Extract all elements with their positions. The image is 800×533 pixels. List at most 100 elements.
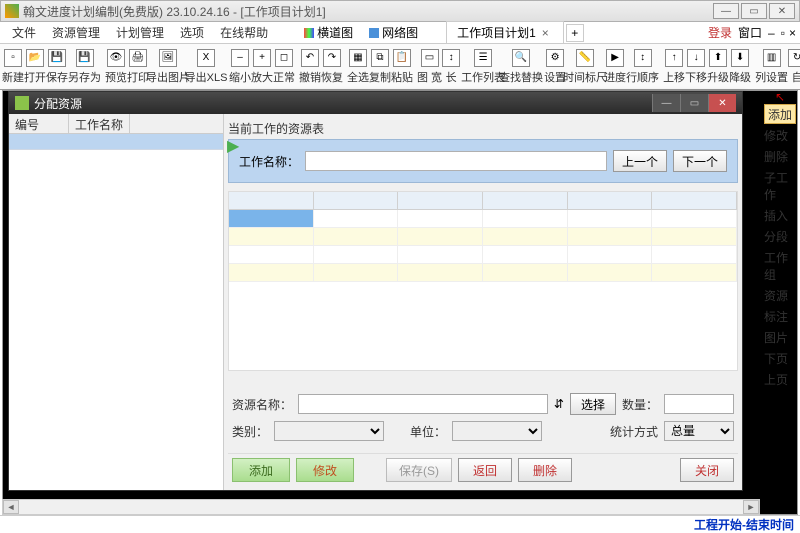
task-list[interactable] <box>9 134 223 490</box>
maximize-button[interactable]: ▭ <box>741 3 767 19</box>
toolbar-icon: ☰ <box>474 49 492 67</box>
add-button[interactable]: 添加 <box>232 458 290 482</box>
status-text: 工程开始-结束时间 <box>694 516 794 533</box>
view-tab-net[interactable]: 网络图 <box>361 22 426 43</box>
next-button[interactable]: 下一个 <box>673 150 727 172</box>
dialog-minimize-button[interactable]: — <box>652 94 680 112</box>
toolbar-icon: 🖨 <box>129 49 147 67</box>
toolbar-导出图片[interactable]: 🖼导出图片 <box>149 46 187 88</box>
sidebar-删除[interactable]: 删除 <box>764 146 798 167</box>
toolbar-下移[interactable]: ↓下移 <box>685 46 707 88</box>
toolbar-长[interactable]: ↕长 <box>442 46 460 88</box>
sidebar-图片[interactable]: 图片 <box>764 327 798 348</box>
resource-grid[interactable] <box>228 191 738 371</box>
toolbar-查找替换[interactable]: 🔍查找替换 <box>502 46 540 88</box>
sidebar-下页[interactable]: 下页 <box>764 348 798 369</box>
toolbar-复制[interactable]: ⧉复制 <box>369 46 391 88</box>
close-dialog-button[interactable]: 关闭 <box>680 458 734 482</box>
statusbar: 工程开始-结束时间 <box>0 515 800 533</box>
menubar: 文件 资源管理 计划管理 选项 在线帮助 横道图 网络图 工作项目计划1 × +… <box>0 22 800 44</box>
sidebar-插入[interactable]: 插入 <box>764 205 798 226</box>
close-button[interactable]: ✕ <box>769 3 795 19</box>
resource-name-input[interactable] <box>298 394 548 414</box>
toolbar-自[interactable]: ↻自 <box>788 46 800 88</box>
toolbar-icon: 📂 <box>26 49 44 67</box>
toolbar-正常[interactable]: ◻正常 <box>273 46 295 88</box>
toolbar-预览[interactable]: 👁预览 <box>105 46 127 88</box>
toolbar-全选[interactable]: ▦全选 <box>347 46 369 88</box>
view-tab-bar[interactable]: 横道图 <box>296 22 361 43</box>
dialog-button-row: 添加 修改 保存(S) 返回 删除 关闭 <box>228 453 738 486</box>
delete-button[interactable]: 删除 <box>518 458 572 482</box>
toolbar-label: 放大 <box>251 69 273 85</box>
sidebar-添加[interactable]: 添加 <box>764 104 796 124</box>
toolbar-恢复[interactable]: ↷恢复 <box>321 46 343 88</box>
back-button[interactable]: 返回 <box>458 458 512 482</box>
sidebar-上页[interactable]: 上页 <box>764 369 798 390</box>
task-name-input[interactable] <box>305 151 607 171</box>
dropdown-icon[interactable]: ⇵ <box>554 397 564 411</box>
toolbar-行顺序[interactable]: ↕行顺序 <box>626 46 659 88</box>
menu-resource[interactable]: 资源管理 <box>44 22 108 43</box>
menu-file[interactable]: 文件 <box>4 22 44 43</box>
select-button[interactable]: 选择 <box>570 393 616 415</box>
sidebar-分段[interactable]: 分段 <box>764 226 798 247</box>
grid-row[interactable] <box>229 210 737 228</box>
toolbar-粘贴[interactable]: 📋粘贴 <box>391 46 413 88</box>
task-row-selected[interactable] <box>9 134 223 150</box>
modify-button[interactable]: 修改 <box>296 458 354 482</box>
menu-options[interactable]: 选项 <box>172 22 212 43</box>
toolbar-图 宽[interactable]: ▭图 宽 <box>417 46 442 88</box>
stat-select[interactable]: 总量 <box>664 421 734 441</box>
window-menu[interactable]: 窗口 <box>738 24 762 41</box>
sidebar-子工作[interactable]: 子工作 <box>764 167 798 205</box>
add-tab-button[interactable]: + <box>566 24 584 42</box>
document-tab[interactable]: 工作项目计划1 × <box>446 21 564 44</box>
toolbar-导出XLS[interactable]: X导出XLS <box>187 46 225 88</box>
unit-select[interactable] <box>452 421 542 441</box>
toolbar-打开[interactable]: 📂打开 <box>24 46 46 88</box>
menu-plan[interactable]: 计划管理 <box>108 22 172 43</box>
toolbar-撤销[interactable]: ↶撤销 <box>299 46 321 88</box>
toolbar-放大[interactable]: + 放大 <box>251 46 273 88</box>
minimize-button[interactable]: — <box>713 3 739 19</box>
toolbar-icon: ▶ <box>606 49 624 67</box>
grid-row[interactable] <box>229 264 737 282</box>
sidebar-修改[interactable]: 修改 <box>764 125 798 146</box>
type-select[interactable] <box>274 421 384 441</box>
toolbar: ▫新建📂打开💾保存💾另存为👁预览🖨打印🖼导出图片X导出XLS–缩小+放大◻正常↶… <box>0 44 800 90</box>
dialog-maximize-button[interactable]: ▭ <box>680 94 708 112</box>
toolbar-icon: X <box>197 49 215 67</box>
toolbar-另存为[interactable]: 💾另存为 <box>68 46 101 88</box>
toolbar-缩小[interactable]: –缩小 <box>229 46 251 88</box>
scroll-left-button[interactable]: ◄ <box>3 500 19 514</box>
toolbar-icon: 🔍 <box>512 49 530 67</box>
toolbar-升级[interactable]: ⬆升级 <box>707 46 729 88</box>
sidebar-资源[interactable]: 资源 <box>764 285 798 306</box>
toolbar-工作列表[interactable]: ☰工作列表 <box>464 46 502 88</box>
login-link[interactable]: 登录 <box>708 24 732 41</box>
menu-help[interactable]: 在线帮助 <box>212 22 276 43</box>
grid-row[interactable] <box>229 246 737 264</box>
grid-row[interactable] <box>229 228 737 246</box>
qty-input[interactable] <box>664 394 734 414</box>
horizontal-scrollbar[interactable]: ◄ ► <box>2 499 760 515</box>
toolbar-新建[interactable]: ▫新建 <box>2 46 24 88</box>
task-name-label: 工作名称： <box>239 153 299 170</box>
toolbar-icon: ↕ <box>634 49 652 67</box>
close-icon[interactable]: × <box>542 26 549 40</box>
toolbar-icon: – <box>231 49 249 67</box>
dialog-close-button[interactable]: ✕ <box>708 94 736 112</box>
toolbar-保存[interactable]: 💾保存 <box>46 46 68 88</box>
toolbar-上移[interactable]: ↑上移 <box>663 46 685 88</box>
toolbar-列设置[interactable]: ▥列设置 <box>755 46 788 88</box>
toolbar-降级[interactable]: ⬇降级 <box>729 46 751 88</box>
prev-button[interactable]: 上一个 <box>613 150 667 172</box>
sidebar-工作组[interactable]: 工作组 <box>764 247 798 285</box>
toolbar-label: 图 宽 <box>417 69 442 85</box>
toolbar-进度[interactable]: ▶进度 <box>604 46 626 88</box>
toolbar-icon: + <box>253 49 271 67</box>
toolbar-时间标尺[interactable]: 📏时间标尺 <box>566 46 604 88</box>
sidebar-标注[interactable]: 标注 <box>764 306 798 327</box>
scroll-right-button[interactable]: ► <box>743 500 759 514</box>
